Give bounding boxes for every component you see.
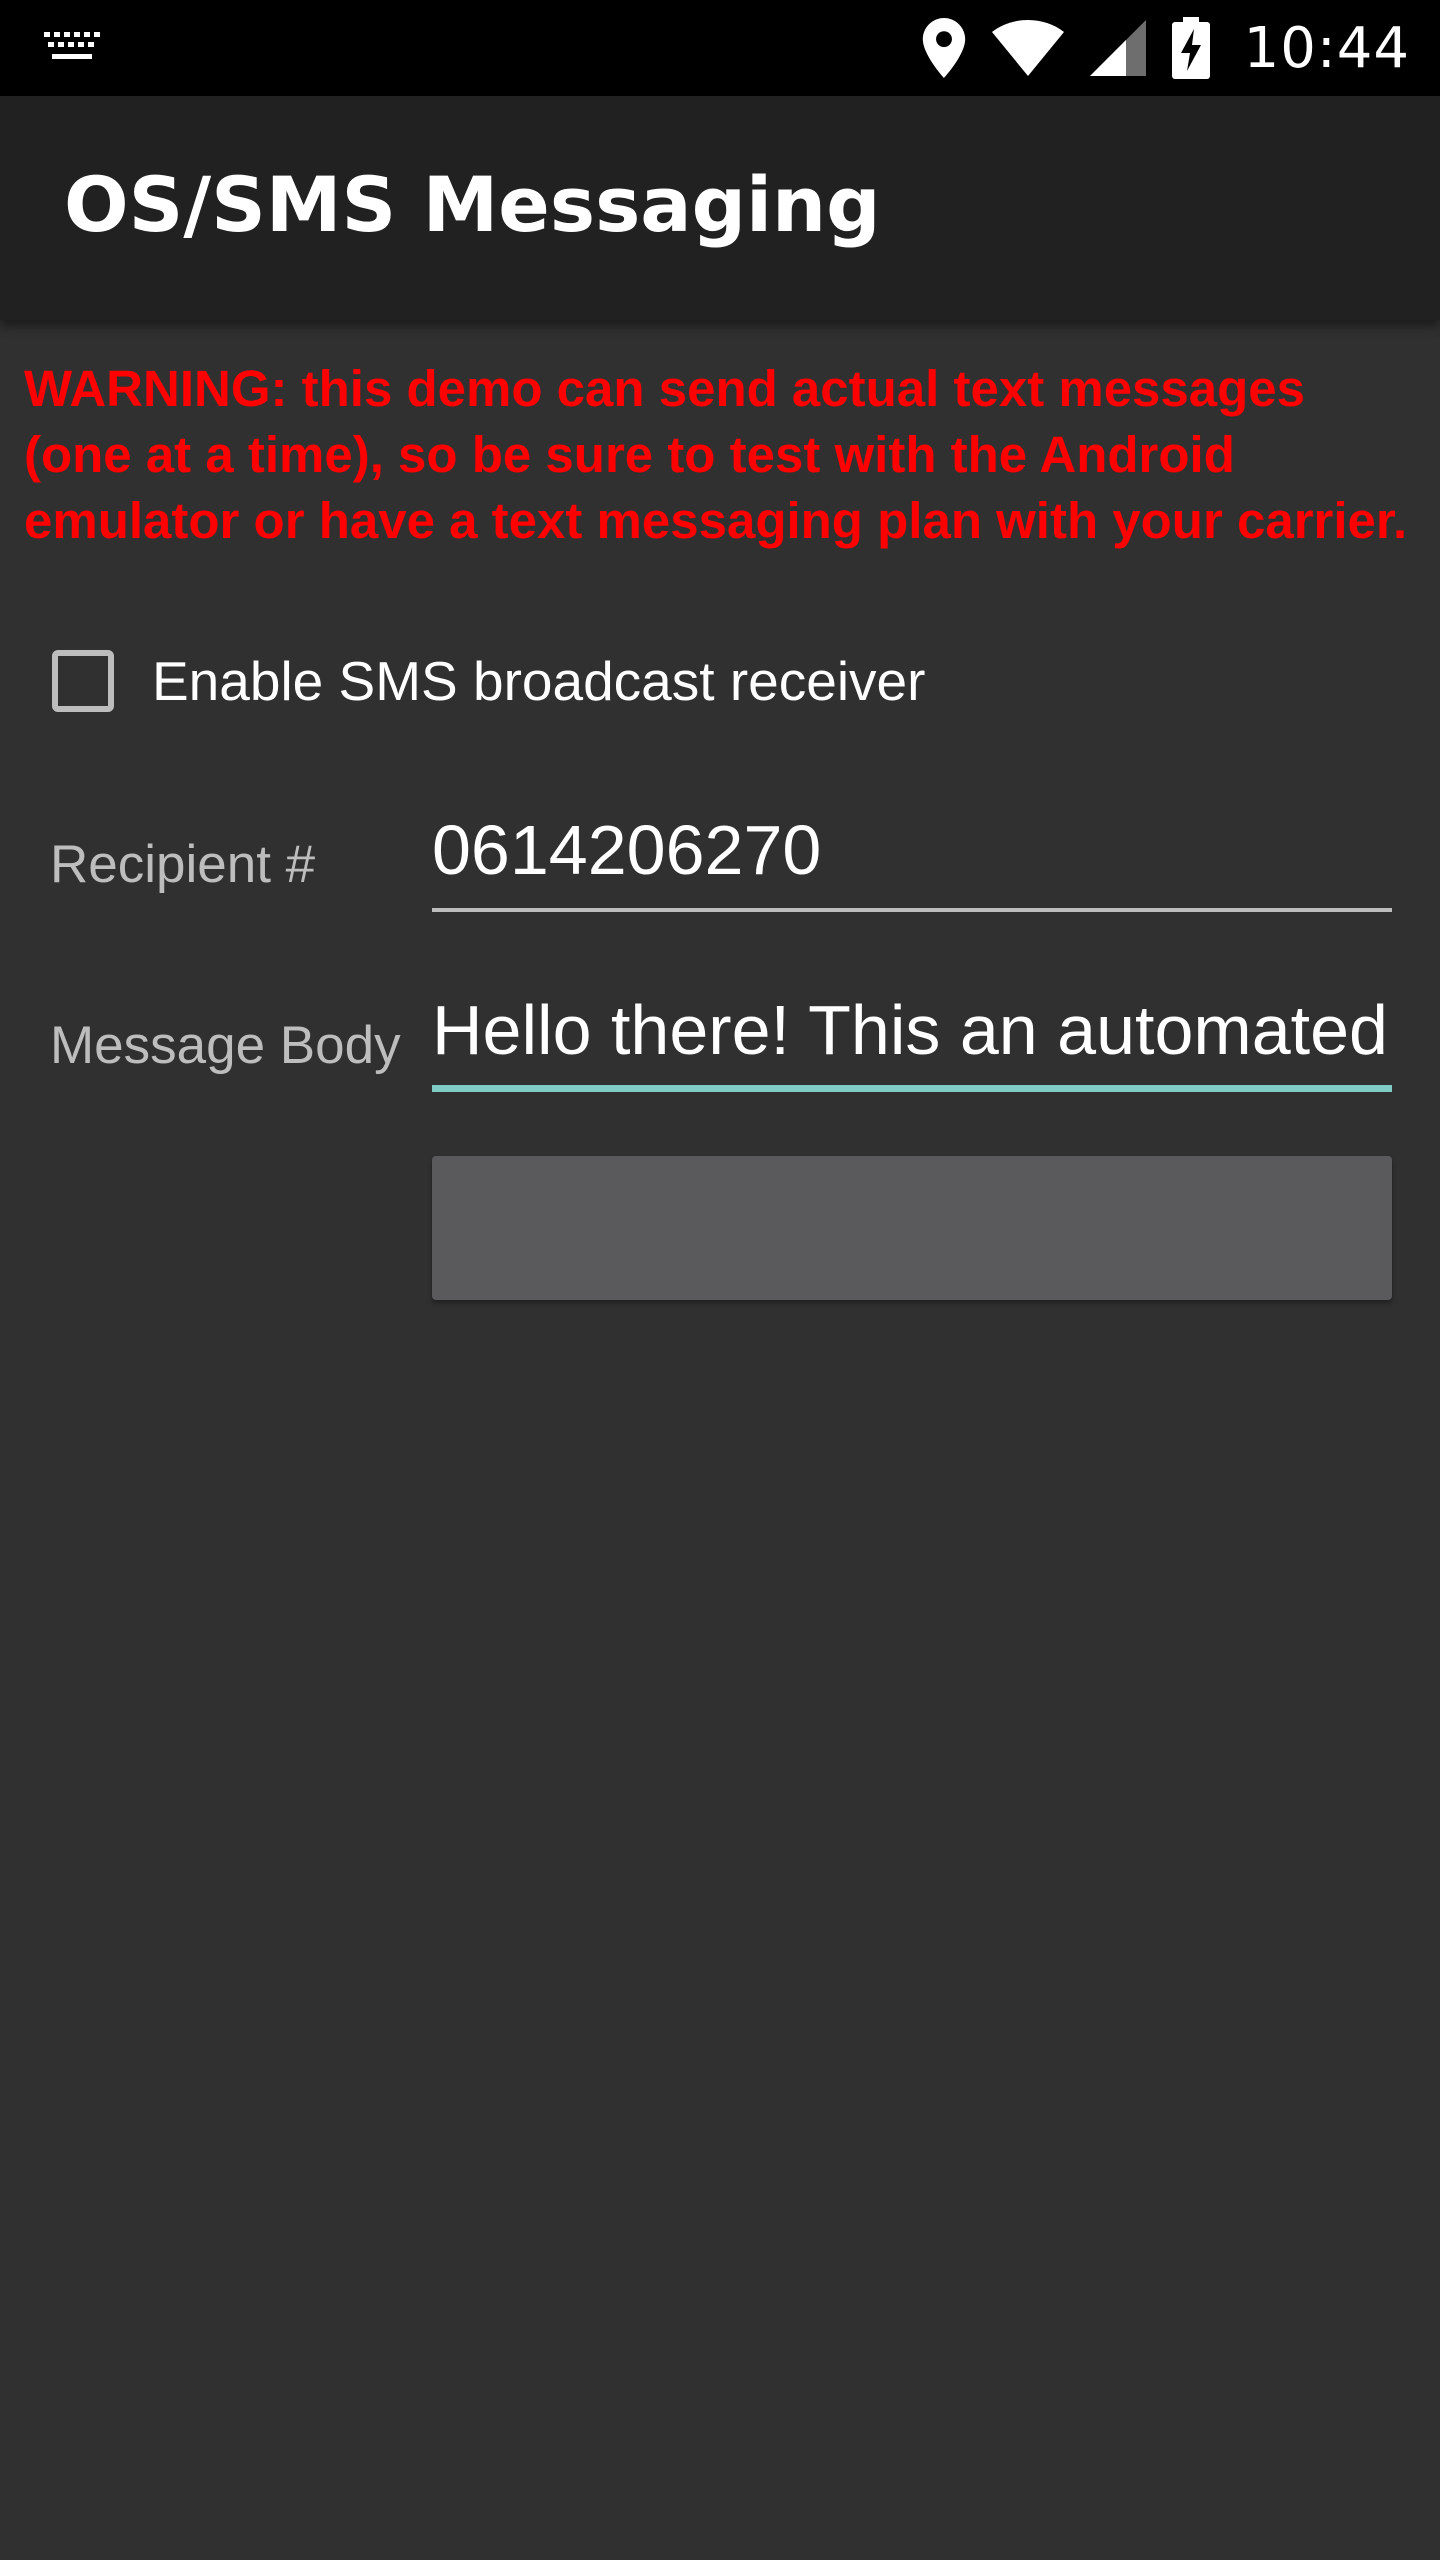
recipient-label: Recipient # — [50, 835, 316, 894]
location-icon — [922, 18, 966, 78]
recipient-input[interactable] — [432, 802, 1392, 898]
battery-charging-icon — [1171, 17, 1210, 79]
message-body-input[interactable] — [432, 982, 1392, 1078]
keyboard-icon — [44, 30, 100, 66]
status-icons: 10:44 — [922, 0, 1410, 96]
message-body-underline — [432, 1085, 1392, 1092]
recipient-field-container — [432, 802, 1392, 912]
wifi-icon — [991, 20, 1064, 76]
warning-message: WARNING: this demo can send actual text … — [24, 360, 1408, 549]
app-bar: OS/SMS Messaging — [0, 96, 1440, 320]
send-button[interactable] — [432, 1156, 1392, 1300]
cell-signal-icon — [1089, 20, 1146, 76]
app-title: OS/SMS Messaging — [64, 160, 881, 249]
clock: 10:44 — [1243, 15, 1410, 81]
sms-receiver-toggle[interactable]: Enable SMS broadcast receiver — [52, 646, 925, 716]
status-bar: 10:44 — [0, 0, 1440, 96]
message-body-field-container — [432, 982, 1392, 1092]
sms-receiver-checkbox[interactable] — [52, 650, 114, 712]
message-body-label: Message Body — [50, 1016, 401, 1075]
main-content: WARNING: this demo can send actual text … — [0, 320, 1440, 2560]
sms-receiver-label: Enable SMS broadcast receiver — [152, 650, 926, 712]
recipient-underline — [432, 908, 1392, 912]
